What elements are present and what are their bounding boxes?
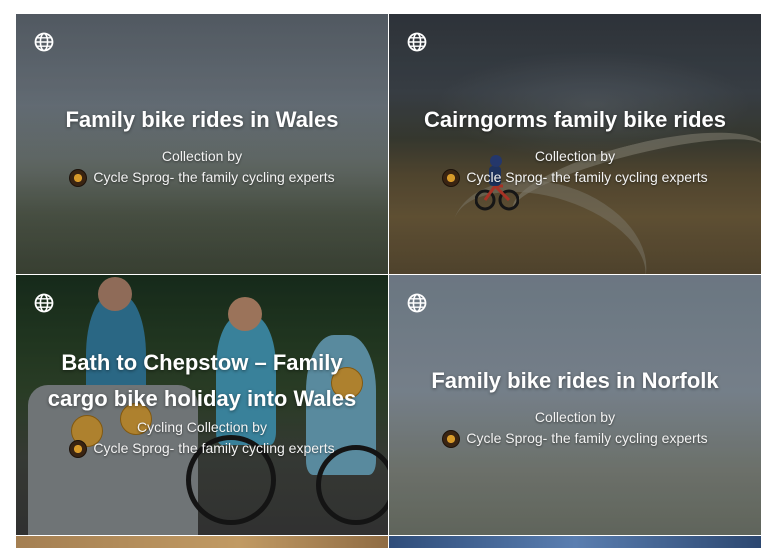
- author-name[interactable]: Cycle Sprog- the family cycling experts: [93, 438, 334, 459]
- collection-grid: Family bike rides in Wales Collection by…: [16, 14, 761, 548]
- card-author[interactable]: Cycle Sprog- the family cycling experts: [32, 167, 372, 188]
- collection-card-partial[interactable]: [389, 536, 761, 548]
- card-title[interactable]: Cairngorms family bike rides: [405, 102, 745, 138]
- author-avatar: [442, 168, 461, 187]
- globe-icon: [34, 293, 54, 313]
- card-byline: Cycling Collection by: [137, 419, 267, 435]
- collection-card-partial[interactable]: [16, 536, 388, 548]
- card-title[interactable]: Bath to Chepstow – Family cargo bike hol…: [32, 345, 372, 417]
- globe-icon: [407, 32, 427, 52]
- collection-card-norfolk[interactable]: Family bike rides in Norfolk Collection …: [389, 275, 761, 535]
- collection-card-cairngorms[interactable]: Cairngorms family bike rides Collection …: [389, 14, 761, 274]
- card-content: Family bike rides in Wales Collection by…: [16, 102, 388, 188]
- card-content: Family bike rides in Norfolk Collection …: [389, 363, 761, 449]
- card-byline: Collection by: [534, 148, 616, 164]
- author-name[interactable]: Cycle Sprog- the family cycling experts: [93, 167, 334, 188]
- globe-icon: [407, 293, 427, 313]
- card-author[interactable]: Cycle Sprog- the family cycling experts: [405, 428, 745, 449]
- collection-card-bath-chepstow[interactable]: Bath to Chepstow – Family cargo bike hol…: [16, 275, 388, 535]
- author-avatar: [69, 439, 88, 458]
- author-avatar: [442, 429, 461, 448]
- card-author[interactable]: Cycle Sprog- the family cycling experts: [32, 438, 372, 459]
- card-author[interactable]: Cycle Sprog- the family cycling experts: [405, 167, 745, 188]
- collection-card-wales[interactable]: Family bike rides in Wales Collection by…: [16, 14, 388, 274]
- author-name[interactable]: Cycle Sprog- the family cycling experts: [466, 167, 707, 188]
- author-name[interactable]: Cycle Sprog- the family cycling experts: [466, 428, 707, 449]
- card-content: Cairngorms family bike rides Collection …: [389, 102, 761, 188]
- card-byline: Collection by: [534, 409, 616, 425]
- card-byline: Collection by: [161, 148, 243, 164]
- card-title[interactable]: Family bike rides in Wales: [32, 102, 372, 138]
- card-title[interactable]: Family bike rides in Norfolk: [405, 363, 745, 399]
- globe-icon: [34, 32, 54, 52]
- card-content: Bath to Chepstow – Family cargo bike hol…: [16, 345, 388, 459]
- author-avatar: [69, 168, 88, 187]
